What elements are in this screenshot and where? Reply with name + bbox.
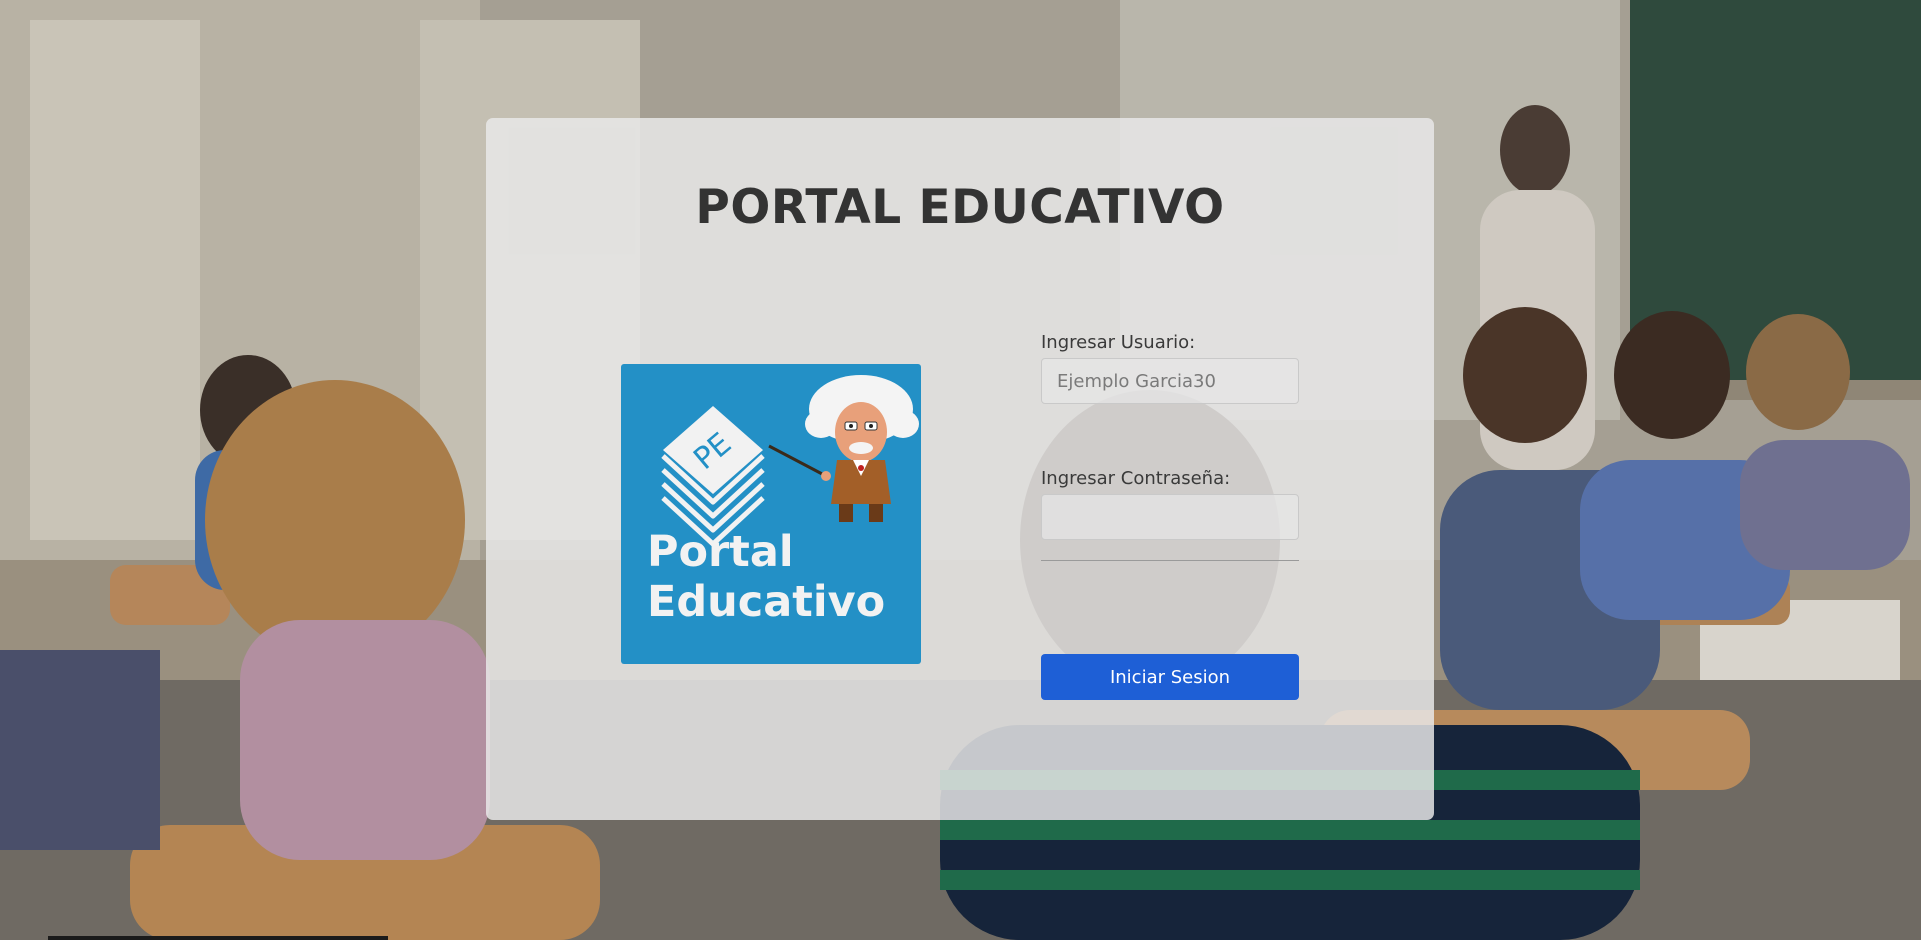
username-label: Ingresar Usuario: [1041,332,1196,353]
logo-wordmark: Portal Educativo [647,527,885,627]
bottom-edge-strip [48,936,388,940]
login-card: PORTAL EDUCATIVO PE Portal Educativo Ing… [486,118,1434,820]
page-title: PORTAL EDUCATIVO [695,180,1225,235]
form-divider [1041,560,1299,561]
login-form: Ingresar Usuario: Ingresar Contraseña: [1041,332,1299,561]
logo-wordmark-line1: Portal [647,527,794,577]
portal-educativo-logo: PE Portal Educativo [621,364,921,664]
password-label: Ingresar Contraseña: [1041,468,1231,489]
password-input[interactable] [1041,494,1299,540]
username-input[interactable] [1041,358,1299,404]
login-button[interactable]: Iniciar Sesion [1041,654,1299,700]
logo-wordmark-line2: Educativo [647,577,886,627]
